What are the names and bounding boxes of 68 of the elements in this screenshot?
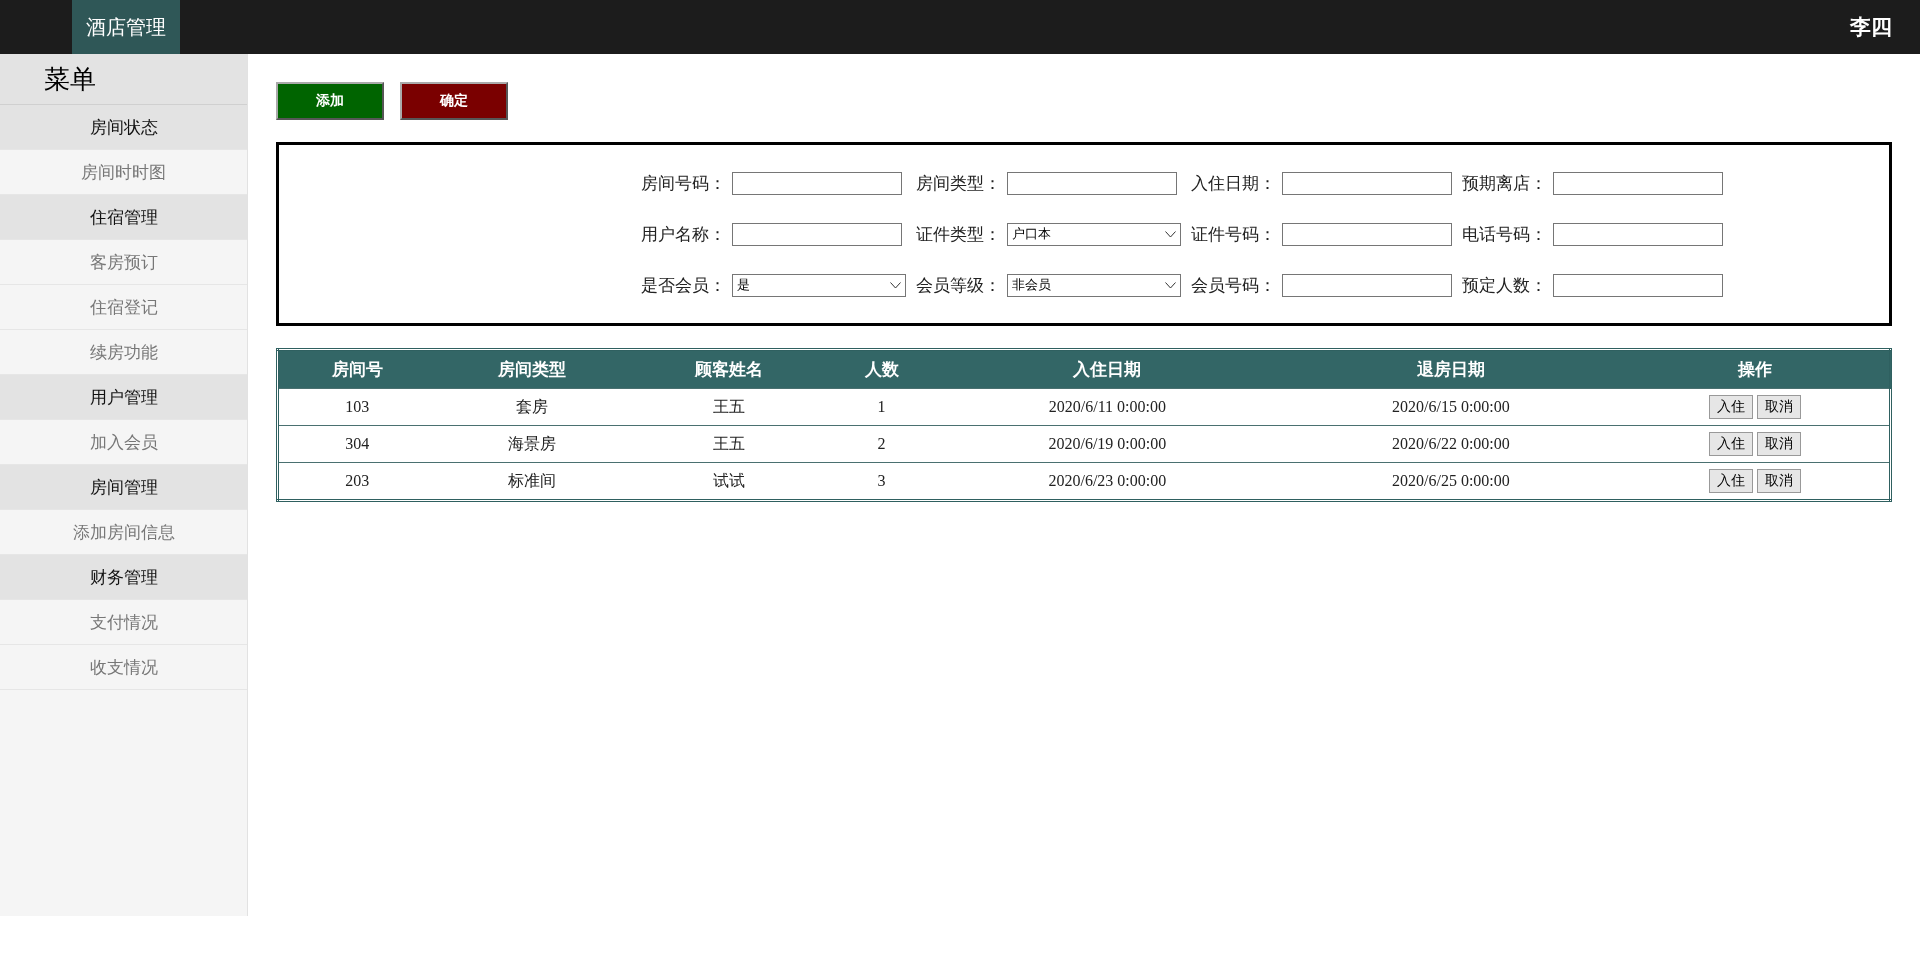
table-cell: 2020/6/23 0:00:00 [933,462,1281,501]
input-field[interactable] [732,222,902,246]
brand-tab[interactable]: 酒店管理 [72,0,180,54]
table-cell: 2020/6/25 0:00:00 [1280,462,1622,501]
column-header: 房间号 [277,349,436,389]
field-label: 入住日期： [1190,171,1277,195]
input-field[interactable] [732,171,902,195]
dropdown[interactable]: 非会员 [1007,273,1181,297]
row-action-button[interactable]: 取消 [1757,469,1802,493]
row-action-button[interactable]: 入住 [1709,469,1754,493]
table-cell: 王五 [629,425,830,463]
field-label: 预期离店： [1461,171,1548,195]
chevron-icon [890,281,901,289]
table-cell: 2 [829,425,934,463]
chevron-icon [1165,230,1176,238]
field-label: 会员号码： [1190,273,1277,297]
field-label: 预定人数： [1461,273,1548,297]
table-cell: 海景房 [435,425,630,463]
menu-group-header[interactable]: 用户管理 [0,375,247,420]
field-label: 会员等级： [915,273,1002,297]
table-cell: 试试 [629,462,830,501]
menu-group-header[interactable]: 房间状态 [0,105,247,150]
row-action-button[interactable]: 入住 [1709,432,1754,456]
row-action-button[interactable]: 入住 [1709,395,1754,419]
input-field[interactable] [1282,273,1452,297]
column-header: 顾客姓名 [629,349,830,389]
column-header: 退房日期 [1280,349,1622,389]
field-label: 证件号码： [1190,222,1277,246]
table-cell: 103 [277,388,436,426]
input-field[interactable] [1553,222,1723,246]
chevron-icon [1165,281,1176,289]
field-label: 房间号码： [640,171,727,195]
table-cell: 203 [277,462,436,501]
field-label: 房间类型： [915,171,1002,195]
table-cell: 2020/6/15 0:00:00 [1280,388,1622,426]
input-field[interactable] [1553,273,1723,297]
table-cell: 2020/6/22 0:00:00 [1280,425,1622,463]
field-label: 电话号码： [1461,222,1548,246]
column-header: 操作 [1621,349,1891,389]
column-header: 入住日期 [933,349,1281,389]
column-header: 房间类型 [435,349,630,389]
table-cell: 2020/6/19 0:00:00 [933,425,1281,463]
input-field[interactable] [1282,171,1452,195]
table-cell: 标准间 [435,462,630,501]
input-field[interactable] [1282,222,1452,246]
table-cell: 1 [829,388,934,426]
menu-title: 菜单 [0,54,247,105]
row-action-button[interactable]: 取消 [1757,395,1802,419]
table-cell: 王五 [629,388,830,426]
dropdown[interactable]: 是 [732,273,906,297]
dropdown[interactable]: 户口本 [1007,222,1181,246]
table-cell: 3 [829,462,934,501]
table-cell: 304 [277,425,436,463]
table-cell: 套房 [435,388,630,426]
input-field[interactable] [1007,171,1177,195]
add-button[interactable]: 添加 [276,82,384,120]
menu-group-header[interactable]: 住宿管理 [0,195,247,240]
column-header: 人数 [829,349,934,389]
table-cell: 2020/6/11 0:00:00 [933,388,1281,426]
field-label: 证件类型： [915,222,1002,246]
field-label: 是否会员： [640,273,727,297]
user-name: 李四 [1850,14,1892,41]
menu-group-header[interactable]: 房间管理 [0,465,247,510]
confirm-button[interactable]: 确定 [400,82,508,120]
field-label: 用户名称： [640,222,727,246]
menu-group-header[interactable]: 财务管理 [0,555,247,600]
row-action-button[interactable]: 取消 [1757,432,1802,456]
input-field[interactable] [1553,171,1723,195]
